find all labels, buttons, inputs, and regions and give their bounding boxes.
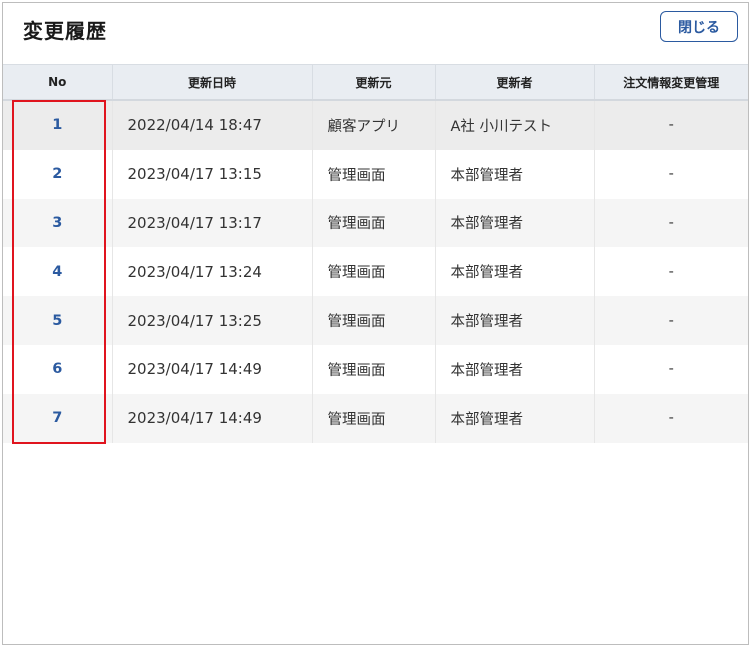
row-datetime: 2023/04/17 13:24 (127, 262, 262, 281)
row-order-change-cell: - (594, 198, 748, 248)
row-no-link[interactable]: 1 (52, 117, 62, 133)
table-row[interactable]: 1 2022/04/14 18:47 顧客アプリ A社 小川テスト - (3, 100, 748, 150)
row-order-change-cell: - (594, 344, 748, 394)
row-updater: 本部管理者 (450, 362, 524, 379)
table-header-row: No 更新日時 更新元 更新者 注文情報変更管理 (3, 64, 748, 101)
row-updater: 本部管理者 (450, 216, 524, 233)
column-header-order-change[interactable]: 注文情報変更管理 (594, 64, 748, 101)
row-order-change: - (668, 361, 674, 378)
row-updater: 本部管理者 (450, 265, 524, 282)
row-order-change: - (668, 117, 674, 134)
row-datetime: 2023/04/17 13:25 (127, 311, 262, 330)
row-source: 顧客アプリ (327, 118, 401, 135)
row-updater: 本部管理者 (450, 167, 524, 184)
row-datetime-cell: 2023/04/17 14:49 (112, 344, 313, 394)
row-datetime: 2023/04/17 14:49 (127, 360, 262, 379)
row-no-link[interactable]: 3 (52, 215, 62, 231)
row-datetime: 2023/04/17 14:49 (127, 409, 262, 428)
table-row[interactable]: 6 2023/04/17 14:49 管理画面 本部管理者 - (3, 344, 748, 394)
row-no-link[interactable]: 4 (52, 264, 62, 280)
row-datetime-cell: 2022/04/14 18:47 (112, 100, 313, 150)
row-order-change: - (668, 312, 674, 329)
row-updater-cell: 本部管理者 (435, 198, 595, 248)
row-updater: 本部管理者 (450, 411, 524, 428)
table-row[interactable]: 2 2023/04/17 13:15 管理画面 本部管理者 - (3, 149, 748, 199)
column-header-updater[interactable]: 更新者 (435, 64, 595, 101)
dialog-title: 変更履歴 (23, 19, 107, 43)
row-source-cell: 管理画面 (312, 247, 436, 297)
table-row[interactable]: 7 2023/04/17 14:49 管理画面 本部管理者 - (3, 393, 748, 443)
row-source: 管理画面 (327, 167, 386, 184)
row-order-change: - (668, 166, 674, 183)
row-order-change-cell: - (594, 296, 748, 345)
table-row[interactable]: 3 2023/04/17 13:17 管理画面 本部管理者 - (3, 198, 748, 248)
table-row[interactable]: 5 2023/04/17 13:25 管理画面 本部管理者 - (3, 296, 748, 345)
row-datetime-cell: 2023/04/17 13:24 (112, 247, 313, 297)
row-datetime-cell: 2023/04/17 13:25 (112, 296, 313, 345)
row-no-link-cell: 7 (3, 393, 113, 443)
row-updater-cell: 本部管理者 (435, 296, 595, 345)
history-table: No 更新日時 更新元 更新者 注文情報変更管理 1 2022/04/14 18:… (3, 64, 748, 443)
row-datetime-cell: 2023/04/17 13:17 (112, 198, 313, 248)
row-source-cell: 管理画面 (312, 393, 436, 443)
row-source: 管理画面 (327, 265, 386, 282)
row-datetime-cell: 2023/04/17 14:49 (112, 393, 313, 443)
row-source: 管理画面 (327, 216, 386, 233)
column-header-no[interactable]: No (3, 64, 113, 101)
row-source: 管理画面 (327, 314, 386, 331)
row-no-link[interactable]: 6 (52, 361, 62, 377)
row-datetime: 2023/04/17 13:15 (127, 165, 262, 184)
row-updater: 本部管理者 (450, 314, 524, 331)
row-source: 管理画面 (327, 411, 386, 428)
row-updater-cell: 本部管理者 (435, 393, 595, 443)
row-no-link[interactable]: 5 (52, 313, 62, 329)
row-source-cell: 顧客アプリ (312, 100, 436, 150)
table-row[interactable]: 4 2023/04/17 13:24 管理画面 本部管理者 - (3, 247, 748, 297)
row-updater: A社 小川テスト (450, 118, 553, 135)
row-order-change-cell: - (594, 149, 748, 199)
column-header-source[interactable]: 更新元 (312, 64, 436, 101)
row-no-link-cell: 6 (3, 344, 113, 394)
row-no-link-cell: 1 (3, 100, 113, 150)
row-no-link-cell: 5 (3, 296, 113, 345)
row-order-change: - (668, 410, 674, 427)
dialog-header: 変更履歴 閉じる (3, 3, 748, 64)
row-updater-cell: A社 小川テスト (435, 100, 595, 150)
row-source-cell: 管理画面 (312, 296, 436, 345)
row-updater-cell: 本部管理者 (435, 149, 595, 199)
row-updater-cell: 本部管理者 (435, 247, 595, 297)
row-order-change: - (668, 214, 674, 231)
table-header: No 更新日時 更新元 更新者 注文情報変更管理 (3, 64, 748, 101)
row-no-link[interactable]: 7 (52, 410, 62, 426)
row-no-link-cell: 2 (3, 149, 113, 199)
row-no-link[interactable]: 2 (52, 166, 62, 182)
table-body: 1 2022/04/14 18:47 顧客アプリ A社 小川テスト - 2 2023/04/… (3, 100, 748, 443)
row-source-cell: 管理画面 (312, 344, 436, 394)
row-datetime: 2023/04/17 13:17 (127, 213, 262, 232)
row-order-change-cell: - (594, 100, 748, 150)
row-order-change: - (668, 263, 674, 280)
row-source: 管理画面 (327, 362, 386, 379)
row-no-link-cell: 4 (3, 247, 113, 297)
row-source-cell: 管理画面 (312, 198, 436, 248)
row-updater-cell: 本部管理者 (435, 344, 595, 394)
row-no-link-cell: 3 (3, 198, 113, 248)
row-order-change-cell: - (594, 393, 748, 443)
close-button[interactable]: 閉じる (660, 11, 738, 42)
column-header-datetime[interactable]: 更新日時 (112, 64, 313, 101)
row-order-change-cell: - (594, 247, 748, 297)
change-history-dialog: 変更履歴 閉じる No 更新日時 更新元 更新者 注文情報変更管理 1 2022/… (2, 2, 749, 645)
row-source-cell: 管理画面 (312, 149, 436, 199)
row-datetime-cell: 2023/04/17 13:15 (112, 149, 313, 199)
row-datetime: 2022/04/14 18:47 (127, 116, 262, 135)
